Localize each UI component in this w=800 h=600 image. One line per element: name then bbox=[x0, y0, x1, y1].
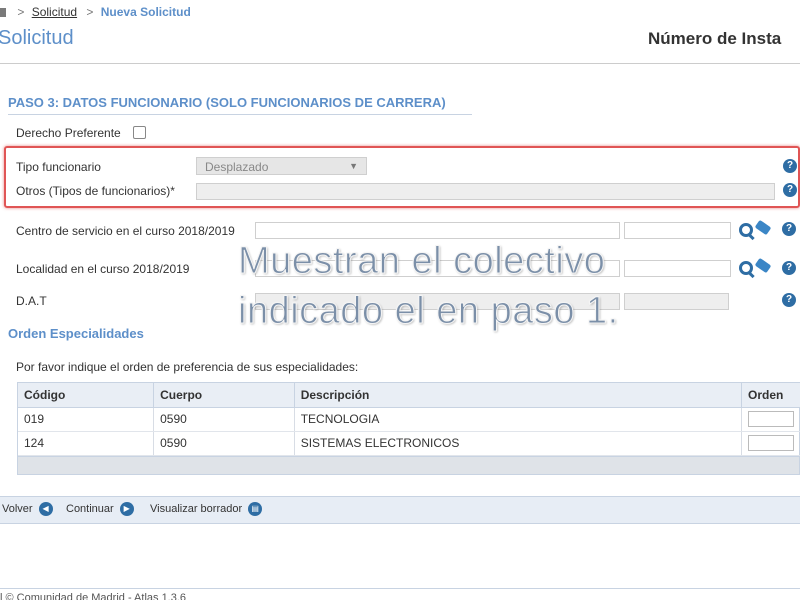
dat-code-input[interactable] bbox=[624, 293, 729, 310]
cell-codigo: 124 bbox=[18, 431, 155, 456]
cell-cuerpo: 0590 bbox=[153, 431, 295, 456]
derecho-preferente-checkbox[interactable] bbox=[133, 126, 146, 139]
orden-input[interactable] bbox=[748, 411, 794, 427]
help-icon[interactable]: ? bbox=[783, 159, 797, 173]
home-icon[interactable] bbox=[0, 8, 6, 17]
breadcrumb: > Solicitud > Nueva Solicitud bbox=[0, 5, 191, 19]
dropdown-arrow-icon: ▼ bbox=[349, 161, 358, 171]
table-header-row: Código Cuerpo Descripción Orden bbox=[18, 383, 800, 408]
tipo-funcionario-select[interactable]: Desplazado ▼ bbox=[196, 157, 367, 175]
section-title-paso3: PASO 3: DATOS FUNCIONARIO (SOLO FUNCIONA… bbox=[8, 95, 472, 115]
centro-servicio-code-input[interactable] bbox=[624, 222, 731, 239]
tipo-funcionario-value: Desplazado bbox=[205, 160, 269, 174]
volver-button[interactable]: Volver ◀ bbox=[2, 502, 53, 516]
section-title-orden: Orden Especialidades bbox=[8, 326, 144, 341]
dat-label: D.A.T bbox=[16, 294, 47, 308]
help-icon[interactable]: ? bbox=[783, 183, 797, 197]
otros-tipos-label: Otros (Tipos de funcionarios)* bbox=[16, 184, 175, 198]
derecho-preferente-label: Derecho Preferente bbox=[16, 126, 121, 140]
localidad-code-input[interactable] bbox=[624, 260, 731, 277]
video-caption: Muestran el colectivo indicado el en pas… bbox=[238, 236, 619, 336]
search-icon[interactable] bbox=[739, 261, 753, 275]
visualizar-borrador-button[interactable]: Visualizar borrador ▤ bbox=[150, 502, 263, 516]
centro-servicio-label: Centro de servicio en el curso 2018/2019 bbox=[16, 224, 235, 238]
caption-line: indicado el en paso 1. bbox=[238, 290, 619, 333]
otros-tipos-input[interactable] bbox=[196, 183, 775, 200]
page-footer: l © Comunidad de Madrid - Atlas 1.3.6 bbox=[0, 588, 800, 600]
especialidades-table: Código Cuerpo Descripción Orden 019 0590… bbox=[17, 382, 800, 475]
page-title: Solicitud bbox=[0, 27, 74, 49]
table-row: 019 0590 TECNOLOGIA bbox=[18, 407, 800, 432]
table-row: 124 0590 SISTEMAS ELECTRONICOS bbox=[18, 431, 800, 456]
breadcrumb-current: Nueva Solicitud bbox=[100, 5, 191, 19]
help-icon[interactable]: ? bbox=[782, 293, 796, 307]
document-icon: ▤ bbox=[248, 502, 263, 516]
volver-label: Volver bbox=[2, 503, 33, 515]
search-icon[interactable] bbox=[739, 223, 753, 237]
column-header-orden[interactable]: Orden bbox=[741, 383, 800, 408]
help-icon[interactable]: ? bbox=[782, 222, 796, 236]
cell-orden bbox=[741, 407, 800, 432]
localidad-label: Localidad en el curso 2018/2019 bbox=[16, 262, 190, 276]
cell-cuerpo: 0590 bbox=[153, 407, 295, 432]
continuar-button[interactable]: Continuar ▶ bbox=[66, 502, 134, 516]
help-icon[interactable]: ? bbox=[782, 261, 796, 275]
cell-codigo: 019 bbox=[18, 407, 155, 432]
breadcrumb-separator: > bbox=[17, 5, 25, 19]
orden-intro-text: Por favor indique el orden de preferenci… bbox=[16, 360, 359, 374]
arrow-left-icon: ◀ bbox=[38, 502, 53, 516]
page: > Solicitud > Nueva Solicitud Solicitud … bbox=[0, 0, 800, 600]
eraser-icon[interactable] bbox=[754, 219, 772, 236]
eraser-icon[interactable] bbox=[754, 257, 772, 274]
column-header-descripcion[interactable]: Descripción bbox=[294, 383, 743, 408]
table-footer-bar bbox=[18, 455, 799, 474]
cell-descripcion: SISTEMAS ELECTRONICOS bbox=[294, 431, 743, 456]
tipo-funcionario-label: Tipo funcionario bbox=[16, 160, 101, 174]
cell-descripcion: TECNOLOGIA bbox=[294, 407, 743, 432]
arrow-right-icon: ▶ bbox=[119, 502, 134, 516]
visualizar-borrador-label: Visualizar borrador bbox=[150, 503, 243, 515]
page-header: Solicitud Número de Insta bbox=[0, 24, 800, 64]
breadcrumb-separator: > bbox=[86, 5, 94, 19]
caption-line: Muestran el colectivo bbox=[238, 240, 606, 283]
orden-input[interactable] bbox=[748, 435, 794, 451]
continuar-label: Continuar bbox=[66, 503, 114, 515]
cell-orden bbox=[741, 431, 800, 456]
breadcrumb-link-solicitud[interactable]: Solicitud bbox=[32, 5, 77, 19]
column-header-cuerpo[interactable]: Cuerpo bbox=[153, 383, 295, 408]
numero-instancia-label: Número de Insta bbox=[648, 29, 782, 48]
column-header-codigo[interactable]: Código bbox=[18, 383, 155, 408]
action-bar: Volver ◀ Continuar ▶ Visualizar borrador… bbox=[0, 496, 800, 524]
